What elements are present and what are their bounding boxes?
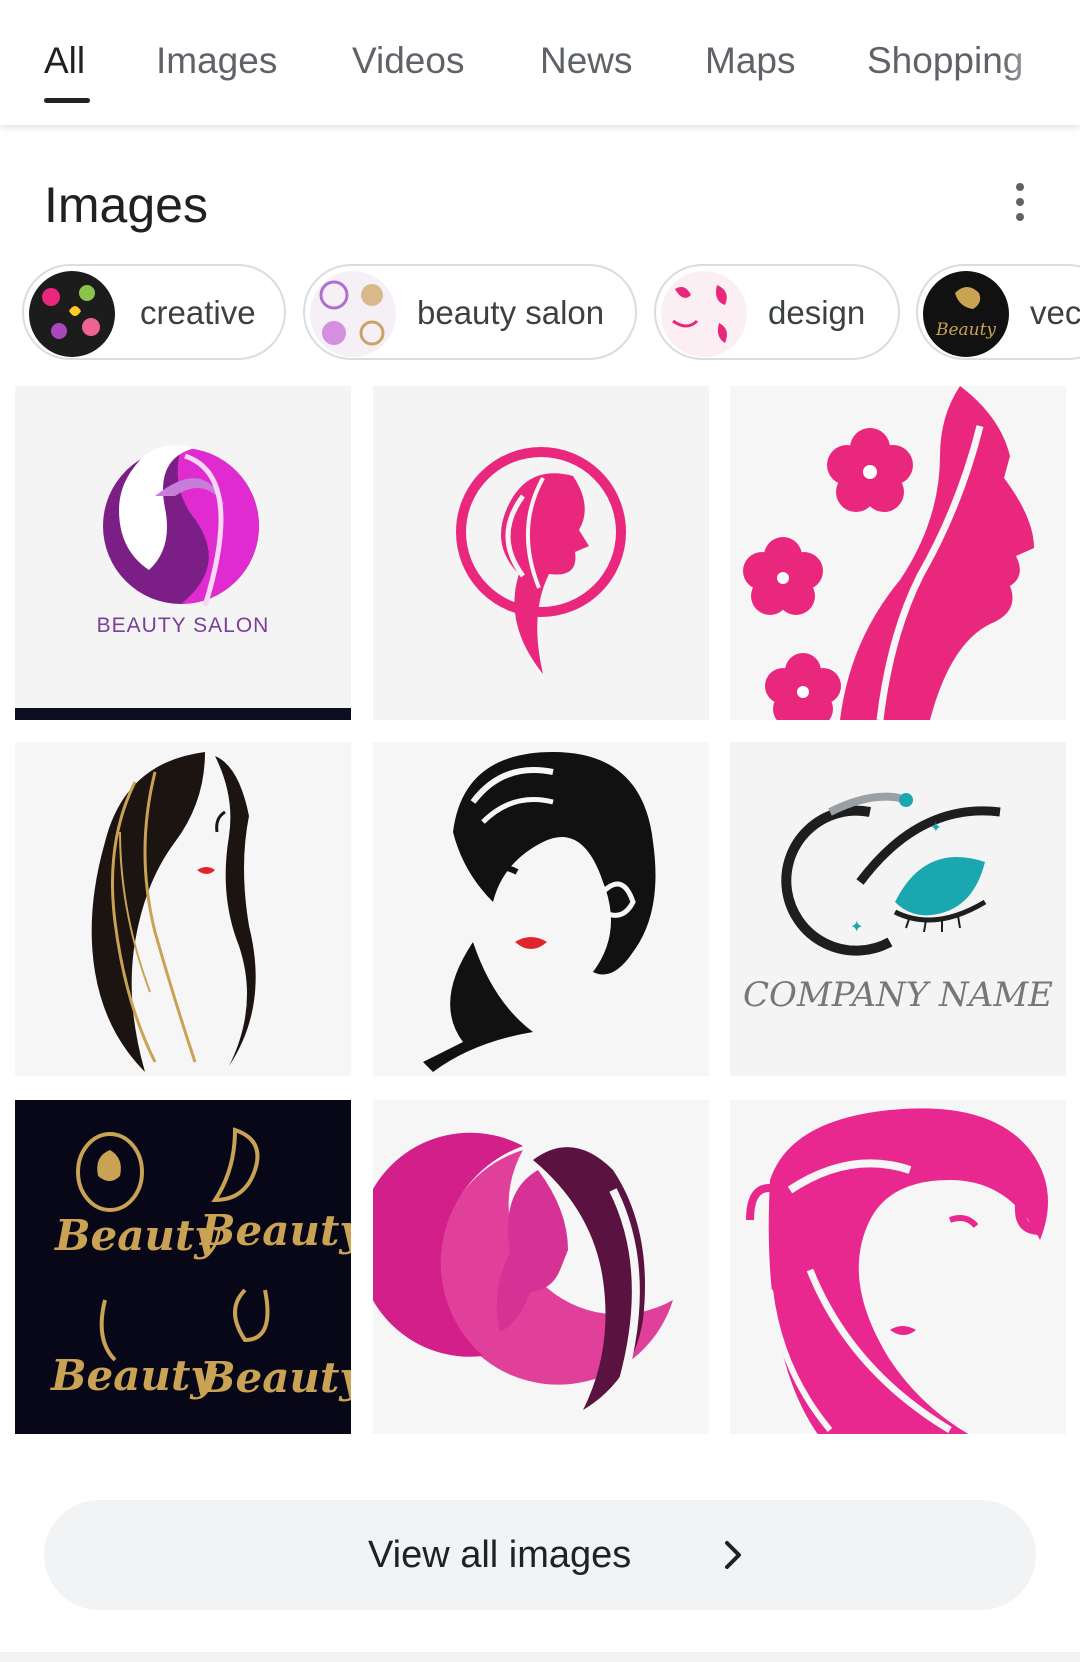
chip-label: creative bbox=[140, 294, 256, 331]
image-result-6[interactable]: ✦ ✦ COMPANY NAME bbox=[730, 742, 1066, 1076]
chip-beauty-salon[interactable]: beauty salon bbox=[303, 264, 637, 360]
image-result-4[interactable] bbox=[15, 742, 351, 1076]
chevron-right-icon bbox=[725, 1541, 741, 1569]
tab-videos[interactable]: Videos bbox=[352, 40, 464, 82]
chip-label: beauty salon bbox=[417, 294, 605, 331]
section-divider bbox=[0, 1652, 1080, 1662]
chip-label: design bbox=[768, 294, 866, 331]
logo-text: Beauty bbox=[54, 1211, 221, 1260]
logo-text: Beauty bbox=[199, 1206, 351, 1255]
tab-news[interactable]: News bbox=[540, 40, 633, 82]
image-result-9[interactable] bbox=[730, 1100, 1066, 1434]
chip-creative[interactable]: creative bbox=[22, 264, 286, 360]
svg-text:✦: ✦ bbox=[930, 819, 942, 835]
image-result-7[interactable]: Beauty Beauty Beauty Beauty bbox=[15, 1100, 351, 1434]
tab-all[interactable]: All bbox=[44, 40, 85, 82]
more-vert-icon[interactable] bbox=[1006, 180, 1034, 224]
image-caption: BEAUTY SALON bbox=[97, 614, 270, 637]
tab-bar-fade bbox=[1000, 0, 1080, 125]
chip-thumbnail bbox=[661, 271, 747, 357]
chip-design[interactable]: design bbox=[654, 264, 900, 360]
svg-text:✦: ✦ bbox=[850, 919, 863, 936]
image-result-5[interactable] bbox=[373, 742, 709, 1076]
image-result-2[interactable] bbox=[373, 386, 709, 720]
image-result-3[interactable] bbox=[730, 386, 1066, 720]
chip-thumbnail bbox=[310, 271, 396, 357]
image-caption: COMPANY NAME bbox=[743, 975, 1053, 1015]
image-result-8[interactable] bbox=[373, 1100, 709, 1434]
logo-text: Beauty bbox=[199, 1353, 351, 1402]
active-tab-indicator bbox=[44, 98, 90, 103]
view-all-images-button[interactable]: View all images bbox=[44, 1500, 1036, 1610]
chip-thumb-text: Beauty bbox=[935, 320, 996, 340]
image-result-1[interactable]: BEAUTY SALON bbox=[15, 386, 351, 720]
chip-thumbnail bbox=[29, 271, 115, 357]
tab-maps[interactable]: Maps bbox=[705, 40, 795, 82]
chip-thumbnail: Beauty bbox=[923, 271, 1009, 357]
chip-label: vec bbox=[1030, 294, 1080, 331]
view-all-label: View all images bbox=[368, 1534, 632, 1576]
logo-text: Beauty bbox=[50, 1351, 217, 1400]
search-tab-bar: All Images Videos News Maps Shopping bbox=[0, 0, 1080, 125]
tab-images[interactable]: Images bbox=[156, 40, 277, 82]
chip-vector[interactable]: Beauty vec bbox=[916, 264, 1080, 360]
section-title: Images bbox=[44, 177, 208, 233]
